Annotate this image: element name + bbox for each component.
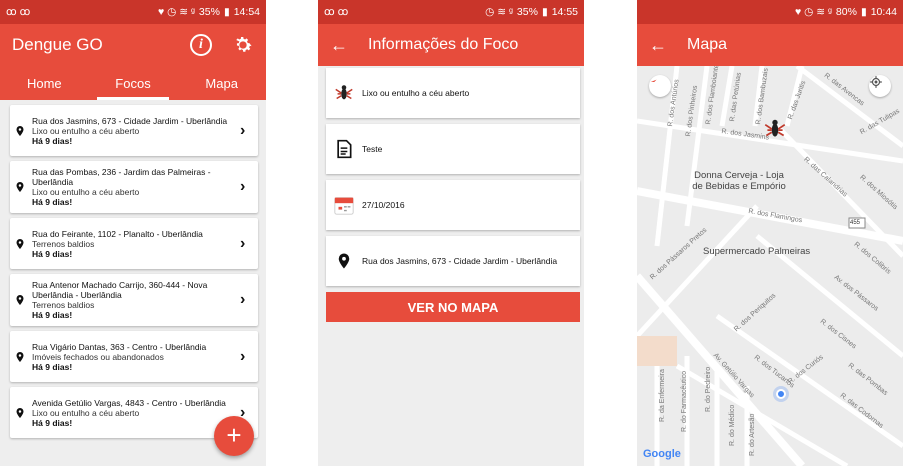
back-arrow-icon[interactable]: ← — [330, 35, 348, 56]
street-label: R. do Médico — [729, 404, 736, 446]
map-view[interactable]: R. dos Antúrios R. dos Pinheiros R. dos … — [637, 66, 903, 466]
compass-icon[interactable] — [649, 75, 671, 97]
battery-icon: ▮ — [541, 6, 548, 18]
calendar-icon — [332, 193, 356, 217]
detail-date-row: 27/10/2016 — [326, 180, 580, 230]
item-address: Avenida Getúlio Vargas, 4843 - Centro - … — [32, 397, 226, 408]
battery-level: 35% — [198, 6, 220, 18]
list-item[interactable]: Rua das Pombas, 236 - Jardim das Palmeir… — [10, 161, 258, 213]
detail-description: Teste — [362, 144, 383, 154]
detail-description-row: Teste — [326, 124, 580, 174]
street-label: R. do Farmacêutico — [681, 370, 688, 432]
item-type: Lixo ou entulho a céu aberto — [32, 187, 140, 197]
item-type: Terrenos baldios — [32, 238, 95, 249]
tab-home[interactable]: Home — [0, 66, 89, 100]
item-age: Há 9 dias! — [32, 197, 73, 207]
item-address: Rua do Feirante, 1102 - Planalto - Uberl… — [32, 228, 203, 239]
list-item[interactable]: Rua dos Jasmins, 673 - Cidade Jardim - U… — [10, 105, 258, 156]
map-pin-icon — [16, 238, 24, 249]
battery-icon: ▮ — [223, 6, 230, 18]
google-logo: Google — [643, 448, 681, 460]
chevron-right-icon: › — [240, 347, 246, 365]
item-type: Lixo ou entulho a céu aberto — [32, 125, 140, 136]
map-pin-icon — [16, 125, 24, 136]
item-address: Rua Vigário Dantas, 363 - Centro - Uberl… — [32, 341, 207, 352]
battery-level: 80% — [835, 6, 857, 18]
app-bar: ← Mapa — [637, 24, 903, 66]
poi-label[interactable]: Donna Cerveja - Loja de Bebidas e Empóri… — [689, 170, 789, 192]
item-age: Há 9 dias! — [32, 361, 73, 372]
status-icons: ♥ ◷ ≋ ᵍ — [795, 6, 832, 18]
foco-detail-screen: ꝏ ꝏ ◷ ≋ ᵍ 35% ▮ 14:55 ← Informações do F… — [318, 0, 584, 466]
map-pin-icon — [332, 249, 356, 273]
street-label: R. do Artesão — [749, 413, 756, 456]
clock: 14:55 — [551, 6, 578, 18]
mosquito-icon — [332, 81, 356, 105]
ver-no-mapa-button[interactable]: VER NO MAPA — [326, 292, 580, 322]
tab-mapa[interactable]: Mapa — [177, 66, 266, 100]
page-title: Informações do Foco — [368, 36, 519, 53]
back-arrow-icon[interactable]: ← — [649, 35, 667, 56]
item-address: Rua das Pombas, 236 - Jardim das Palmeir… — [32, 167, 211, 187]
detail-type-row: Lixo ou entulho a céu aberto — [326, 68, 580, 118]
status-icons: ♥ ◷ ≋ ᵍ — [158, 6, 195, 18]
google-logo-text: Google — [643, 448, 681, 460]
item-type: Imóveis fechados ou abandonados — [32, 351, 164, 362]
item-age: Há 9 dias! — [32, 417, 73, 428]
street-label: R. da Enfermeira — [659, 369, 666, 422]
page-title: Mapa — [687, 36, 728, 53]
battery-level: 35% — [516, 6, 538, 18]
map-pin-icon — [16, 407, 24, 418]
item-address: Rua dos Jasmins, 673 - Cidade Jardim - U… — [32, 115, 228, 126]
item-type: Terrenos baldios — [32, 300, 95, 310]
map-pin-icon — [16, 351, 24, 362]
notification-icons: ꝏ ꝏ — [324, 6, 349, 18]
item-age: Há 9 dias! — [32, 310, 73, 320]
status-bar: ꝏ ꝏ ◷ ≋ ᵍ 35% ▮ 14:55 — [318, 0, 584, 24]
status-bar: ꝏ ꝏ ♥ ◷ ≋ ᵍ 35% ▮ 14:54 — [0, 0, 266, 24]
chevron-right-icon: › — [240, 291, 246, 308]
gear-icon[interactable] — [232, 34, 254, 56]
detail-address: Rua dos Jasmins, 673 - Cidade Jardim - U… — [362, 256, 558, 266]
battery-icon: ▮ — [860, 6, 867, 18]
list-item[interactable]: Rua Antenor Machado Carrijo, 360-444 - N… — [10, 274, 258, 326]
tab-focos[interactable]: Focos — [89, 66, 178, 100]
app-bar: Dengue GO i — [0, 24, 266, 66]
my-location-icon[interactable] — [869, 75, 891, 97]
status-icons: ◷ ≋ ᵍ — [485, 6, 513, 18]
highway-shield: 455 — [850, 220, 861, 226]
add-foco-button[interactable]: + — [214, 416, 254, 456]
tab-bar: Home Focos Mapa — [0, 66, 266, 100]
item-age: Há 9 dias! — [32, 135, 73, 146]
chevron-right-icon: › — [240, 178, 246, 195]
current-location-dot — [776, 389, 786, 399]
document-icon — [332, 137, 356, 161]
detail-type: Lixo ou entulho a céu aberto — [362, 88, 470, 98]
clock: 14:54 — [233, 6, 260, 18]
status-bar: ♥ ◷ ≋ ᵍ 80% ▮ 10:44 — [637, 0, 903, 24]
detail-date: 27/10/2016 — [362, 200, 405, 210]
map-pin-icon — [16, 295, 24, 305]
chevron-right-icon: › — [240, 121, 246, 139]
notification-icons: ꝏ ꝏ — [6, 6, 31, 18]
street-label: R. do Pedreiro — [705, 366, 712, 412]
map-screen: ♥ ◷ ≋ ᵍ 80% ▮ 10:44 ← Mapa R. dos Antúri… — [637, 0, 903, 466]
item-age: Há 9 dias! — [32, 248, 73, 259]
detail-address-row: Rua dos Jasmins, 673 - Cidade Jardim - U… — [326, 236, 580, 286]
chevron-right-icon: › — [240, 234, 246, 252]
info-icon[interactable]: i — [190, 34, 212, 56]
app-title: Dengue GO — [12, 35, 103, 54]
focos-list-screen: ꝏ ꝏ ♥ ◷ ≋ ᵍ 35% ▮ 14:54 Dengue GO i Home… — [0, 0, 266, 466]
map-pin-icon — [16, 182, 24, 192]
focos-list: Rua dos Jasmins, 673 - Cidade Jardim - U… — [0, 100, 266, 438]
poi-label[interactable]: Supermercado Palmeiras — [703, 246, 810, 257]
item-type: Lixo ou entulho a céu aberto — [32, 407, 140, 418]
item-address: Rua Antenor Machado Carrijo, 360-444 - N… — [32, 280, 208, 300]
list-item[interactable]: Rua do Feirante, 1102 - Planalto - Uberl… — [10, 218, 258, 269]
app-bar: ← Informações do Foco — [318, 24, 584, 66]
clock: 10:44 — [870, 6, 897, 18]
list-item[interactable]: Rua Vigário Dantas, 363 - Centro - Uberl… — [10, 331, 258, 382]
